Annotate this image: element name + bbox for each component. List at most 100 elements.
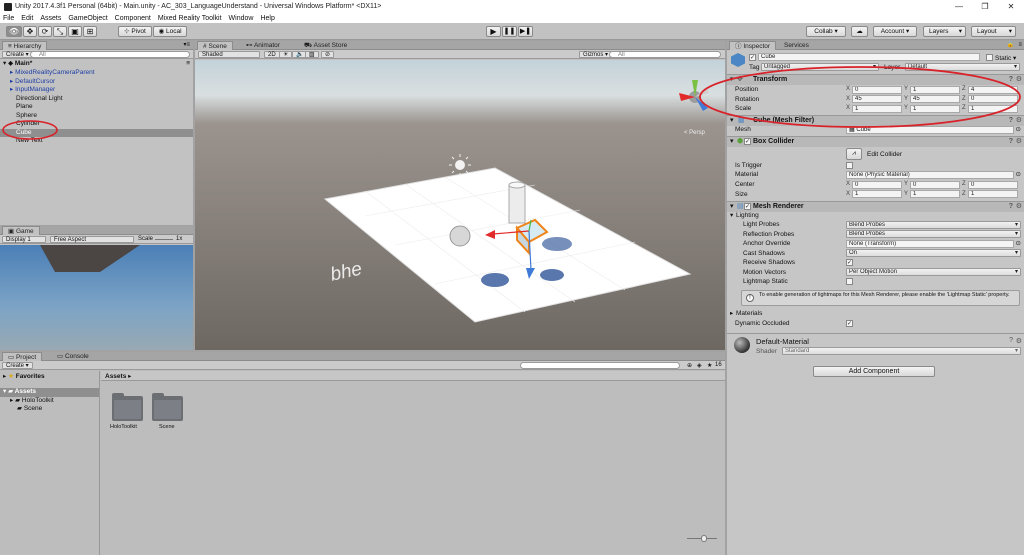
lock-icon[interactable]: 🔒 <box>1007 41 1014 50</box>
aspect-dropdown[interactable]: Free Aspect <box>50 236 134 243</box>
axis-label-z[interactable]: Z <box>962 85 966 95</box>
gizmos-dropdown[interactable]: Gizmos ▾ <box>579 51 613 58</box>
minimize-button[interactable]: — <box>946 0 972 13</box>
help-icon[interactable]: ? <box>1009 75 1013 85</box>
scale-slider[interactable] <box>155 239 173 240</box>
hierarchy-search-input[interactable]: All <box>30 51 190 58</box>
effects-toggle-icon[interactable]: ▨ <box>305 51 319 58</box>
toggle-2d-button[interactable]: 2D <box>264 51 280 58</box>
transform-header[interactable]: ▾ ✥ Transform ? ⚙ <box>727 74 1024 85</box>
lightmap-static-checkbox[interactable] <box>846 278 853 285</box>
hierarchy-item-sphere[interactable]: Sphere <box>0 112 193 121</box>
transform-rotation-x-input[interactable]: 45 <box>852 95 902 104</box>
axis-label-z[interactable]: Z <box>962 104 966 114</box>
dynamic-occluded-checkbox[interactable]: ✓ <box>846 320 853 327</box>
menu-gameobject[interactable]: GameObject <box>68 15 107 22</box>
transform-scale-x-input[interactable]: 1 <box>852 104 902 113</box>
gear-icon[interactable]: ⚙ <box>1016 337 1022 345</box>
tab-asset-store[interactable]: ⛟ Asset Store <box>299 41 352 50</box>
breadcrumb-assets[interactable]: Assets ▸ <box>105 372 131 380</box>
display-dropdown[interactable]: Display 1 <box>2 236 46 243</box>
transform-position-z-input[interactable]: 4 <box>968 85 1018 94</box>
object-picker-icon[interactable]: ⊙ <box>1016 239 1021 249</box>
box-collider-header[interactable]: ▾ ⬢ ✓ Box Collider ? ⚙ <box>727 136 1024 147</box>
object-name-input[interactable]: Cube <box>758 53 980 61</box>
project-create-button[interactable]: Create ▾ <box>2 362 33 369</box>
collider-center-x-input[interactable]: 0 <box>852 180 902 189</box>
hierarchy-item-directional-light[interactable]: Directional Light <box>0 95 193 104</box>
axis-label-y[interactable]: Y <box>904 180 908 190</box>
assets-row[interactable]: ▾ ▰ Assets <box>0 388 99 397</box>
layout-dropdown[interactable]: Layout ▾ <box>971 26 1016 37</box>
menu-file[interactable]: File <box>3 15 14 22</box>
transform-scale-y-input[interactable]: 1 <box>910 104 960 113</box>
pivot-toggle[interactable]: ⊹ Pivot <box>118 26 152 37</box>
mesh-field[interactable]: ▦ Cube <box>846 125 1014 134</box>
asset-folder-holotoolkit[interactable]: HoloToolkit <box>110 393 144 433</box>
axis-label-z[interactable]: Z <box>962 95 966 105</box>
shader-dropdown[interactable]: Standard <box>782 347 1021 355</box>
cylinder-object[interactable] <box>508 184 526 224</box>
scale-tool-button[interactable]: ⤡ <box>53 26 67 37</box>
add-component-button[interactable]: Add Component <box>813 366 935 377</box>
filter-type-icon[interactable]: ⊕ <box>687 362 692 369</box>
slider-handle[interactable] <box>701 535 707 542</box>
pause-button[interactable]: ❚❚ <box>502 26 517 37</box>
collider-center-y-input[interactable]: 0 <box>910 180 960 189</box>
collider-size-x-input[interactable]: 1 <box>852 190 902 199</box>
static-checkbox[interactable] <box>986 54 993 61</box>
collider-center-z-input[interactable]: 0 <box>968 180 1018 189</box>
thumbnail-size-slider[interactable] <box>687 535 717 542</box>
collider-size-y-input[interactable]: 1 <box>910 190 960 199</box>
layer-dropdown[interactable]: Default <box>905 63 1020 71</box>
tab-project[interactable]: ▭ Project <box>2 352 43 361</box>
active-checkbox[interactable]: ✓ <box>749 54 756 61</box>
collider-material-field[interactable]: None (Physic Material) <box>846 170 1014 179</box>
play-button[interactable]: ▶ <box>486 26 501 37</box>
move-tool-button[interactable]: ✥ <box>23 26 37 37</box>
hierarchy-item-defaultcursor[interactable]: ▸ DefaultCursor <box>0 78 193 87</box>
transform-scale-z-input[interactable]: 1 <box>968 104 1018 113</box>
transform-position-y-input[interactable]: 1 <box>910 85 960 94</box>
step-button[interactable]: ▶❚ <box>518 26 533 37</box>
menu-window[interactable]: Window <box>229 15 254 22</box>
axis-label-z[interactable]: Z <box>962 190 966 200</box>
gear-icon[interactable]: ⚙ <box>1016 137 1022 147</box>
rotate-tool-button[interactable]: ⟳ <box>38 26 52 37</box>
menu-edit[interactable]: Edit <box>21 15 33 22</box>
layers-dropdown[interactable]: Layers ▾ <box>923 26 966 37</box>
materials-foldout[interactable]: ▸ Materials <box>727 309 1024 319</box>
sphere-object[interactable] <box>449 225 471 247</box>
scene-menu-icon[interactable]: ≡ <box>186 60 190 69</box>
help-icon[interactable]: ? <box>1009 137 1013 147</box>
tree-item-scene[interactable]: ▰ Scene <box>0 405 99 414</box>
tree-item-holotoolkit[interactable]: ▸ ▰ HoloToolkit <box>0 397 99 406</box>
axis-label-y[interactable]: Y <box>904 85 908 95</box>
scene-visibility-icon[interactable]: ⊘ <box>321 51 335 58</box>
menu-component[interactable]: Component <box>115 15 151 22</box>
persp-label[interactable]: < Persp <box>684 130 706 136</box>
tab-services[interactable]: Services <box>779 41 814 50</box>
hierarchy-create-button[interactable]: Create ▾ <box>2 51 33 58</box>
menu-assets[interactable]: Assets <box>40 15 61 22</box>
filter-label-icon[interactable]: ◈ <box>697 362 702 369</box>
mesh-renderer-enabled-checkbox[interactable]: ✓ <box>744 203 751 210</box>
transform-tool-button[interactable]: ⊞ <box>83 26 97 37</box>
scene-search-input[interactable]: All <box>609 51 721 58</box>
axis-label-x[interactable]: X <box>846 85 850 95</box>
favorite-star-icon[interactable]: ★ <box>707 362 712 369</box>
hierarchy-item-cube[interactable]: Cube <box>0 128 193 137</box>
tab-inspector[interactable]: ⓘ Inspector <box>729 41 777 50</box>
reflection-probes-dropdown[interactable]: Blend Probes <box>846 230 1021 239</box>
hierarchy-item-new-text[interactable]: New Text <box>0 137 193 146</box>
asset-folder-scene[interactable]: Scene <box>152 393 184 433</box>
account-button[interactable]: Account ▾ <box>873 26 917 37</box>
help-icon[interactable]: ? <box>1009 337 1013 344</box>
transform-rotation-y-input[interactable]: 45 <box>910 95 960 104</box>
menu-mixed-reality-toolkit[interactable]: Mixed Reality Toolkit <box>158 15 222 22</box>
project-search-input[interactable] <box>520 362 680 369</box>
tab-console[interactable]: ▭ Console <box>52 352 94 361</box>
axis-label-x[interactable]: X <box>846 95 850 105</box>
hierarchy-item-plane[interactable]: Plane <box>0 103 193 112</box>
close-button[interactable]: ✕ <box>998 0 1024 13</box>
